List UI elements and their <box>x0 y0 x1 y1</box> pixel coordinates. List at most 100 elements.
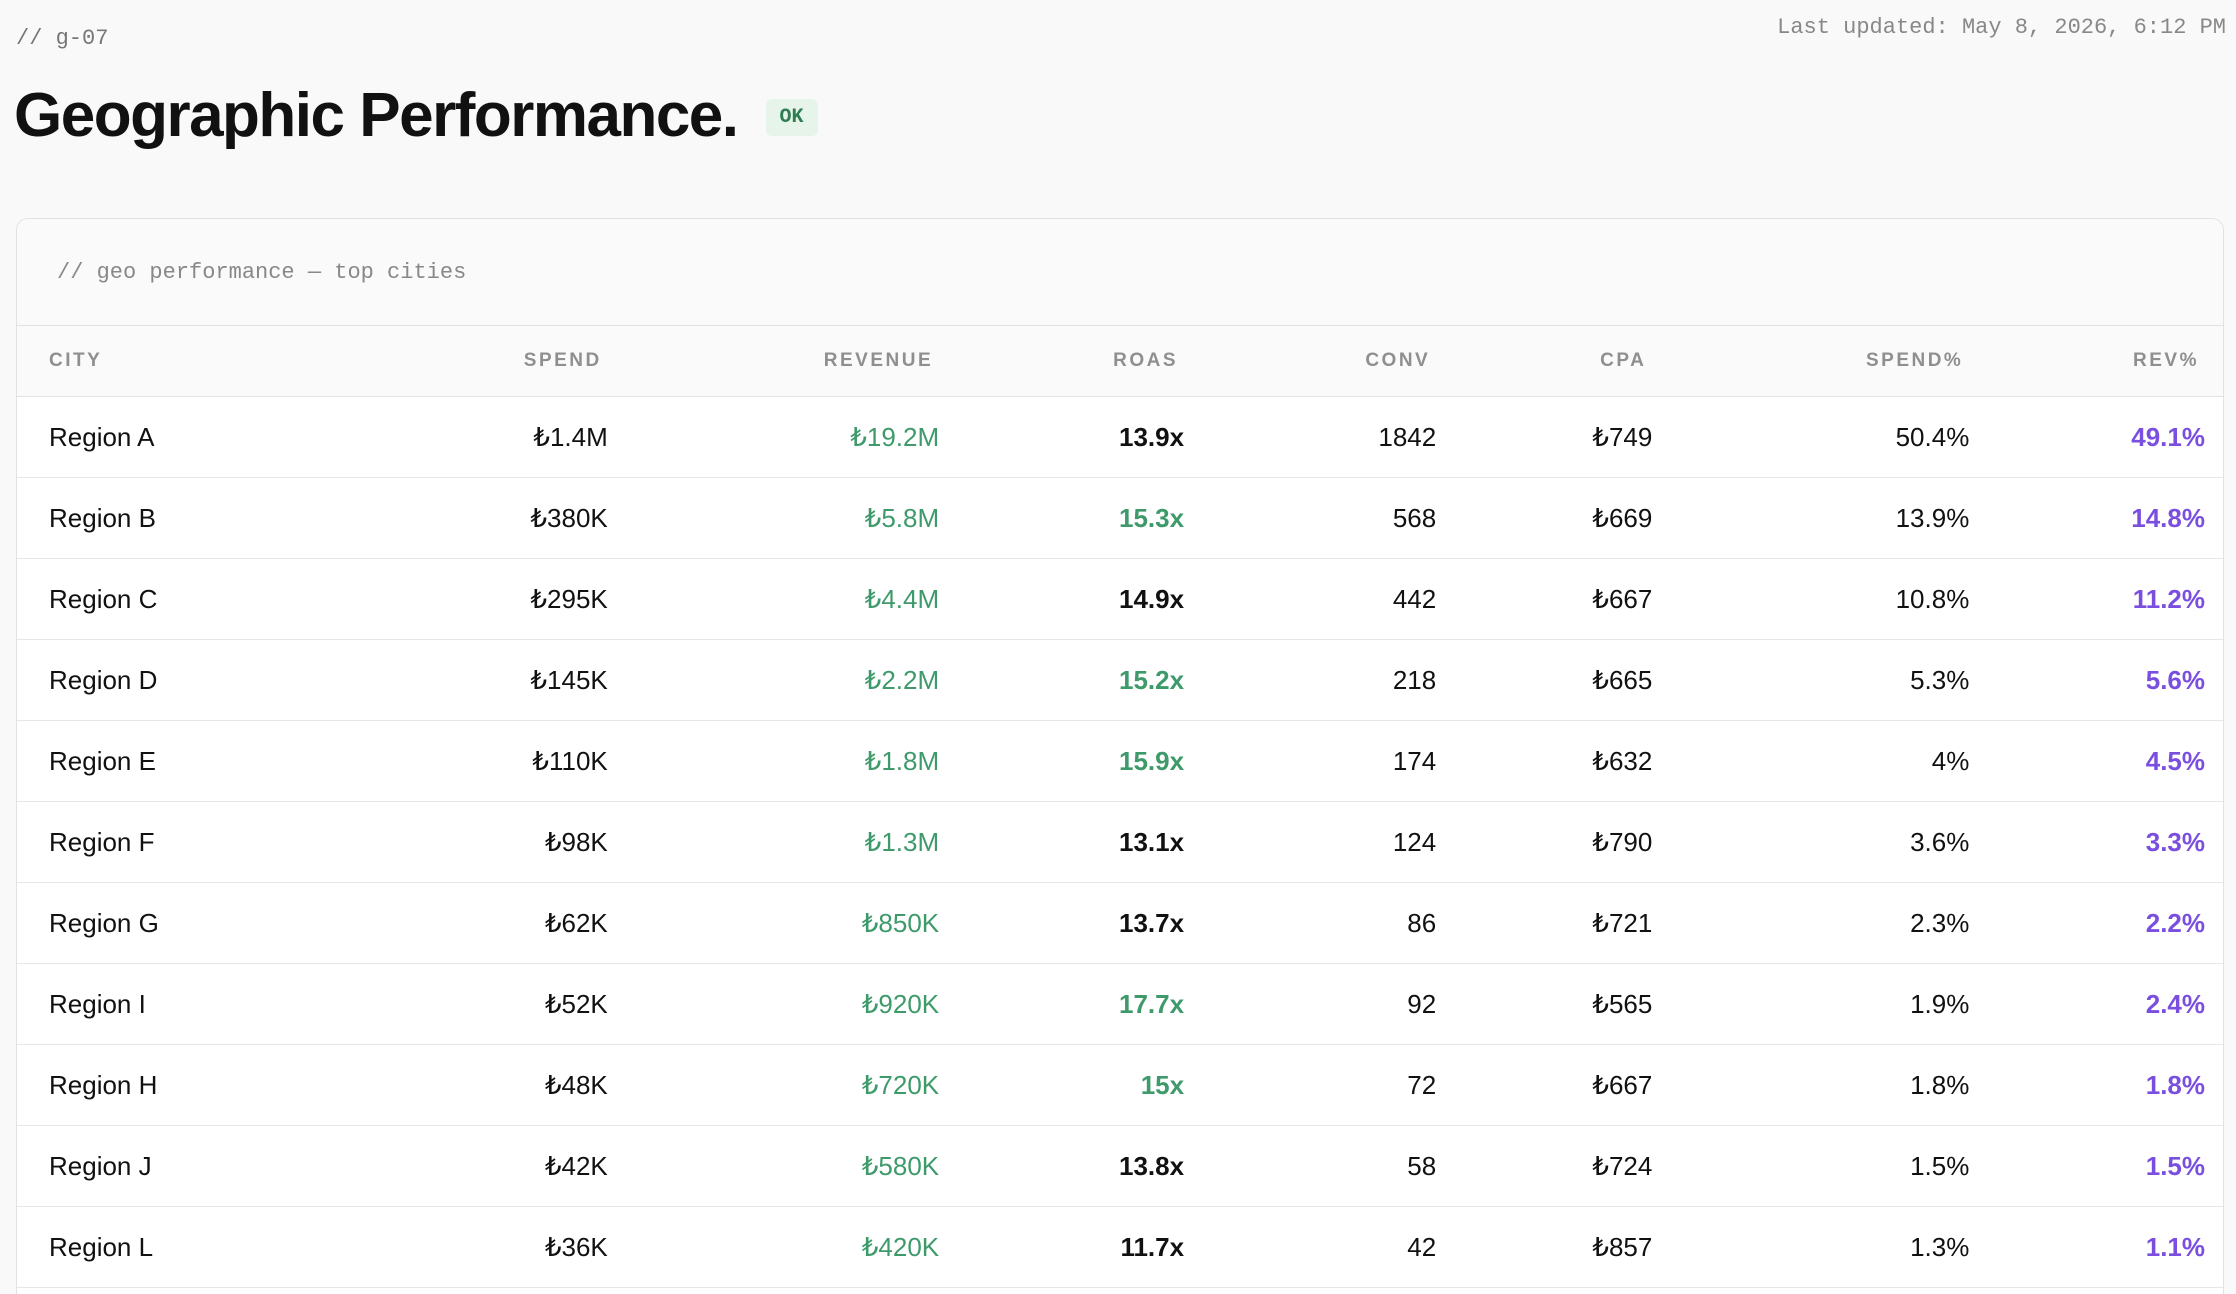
roas-cell: 13.9x <box>939 396 1185 478</box>
spend-pct-cell: 1.5% <box>1652 1125 1970 1207</box>
revenue-cell: ₺2.2M <box>607 639 940 721</box>
spend-pct-cell: 5.3% <box>1652 639 1970 721</box>
rev-pct-cell: 1.8% <box>1969 1044 2223 1126</box>
page: // g-07 Last updated: May 8, 2026, 6:12 … <box>0 0 2236 1294</box>
revenue-cell: ₺19.2M <box>607 396 940 478</box>
conv-cell: 42 <box>1184 1206 1437 1288</box>
spend-pct-cell: 1.8% <box>1652 1044 1970 1126</box>
spend-cell: ₺98K <box>449 801 608 883</box>
revenue-cell: ₺1.8M <box>607 720 940 802</box>
column-header-revenue[interactable]: REVENUE <box>607 326 940 397</box>
table-row[interactable]: Region L ₺36K ₺420K 11.7x 42 ₺857 1.3% 1.1% <box>17 1206 2223 1288</box>
city-cell: Region F <box>17 801 450 883</box>
spend-cell: ₺48K <box>449 1044 608 1126</box>
cpa-cell: ₺724 <box>1436 1125 1653 1207</box>
roas-cell: 14.9x <box>939 558 1185 640</box>
conv-cell: 58 <box>1184 1125 1437 1207</box>
rev-pct-cell: 4.5% <box>1969 720 2223 802</box>
column-header-spend[interactable]: SPEND <box>449 326 608 397</box>
revenue-cell: ₺4.4M <box>607 558 940 640</box>
city-cell: Region D <box>17 639 450 721</box>
column-header-spend-pct[interactable]: SPEND% <box>1652 326 1970 397</box>
city-cell: Region J <box>17 1125 450 1207</box>
title-row: Geographic Performance. OK <box>14 80 818 151</box>
table-row[interactable]: Region I ₺52K ₺920K 17.7x 92 ₺565 1.9% 2.4% <box>17 963 2223 1045</box>
conv-cell: 72 <box>1184 1044 1437 1126</box>
table-row[interactable]: Region D ₺145K ₺2.2M 15.2x 218 ₺665 5.3% 5.6% <box>17 639 2223 721</box>
roas-cell: 11.7x <box>939 1206 1185 1288</box>
revenue-cell: ₺920K <box>607 963 940 1045</box>
revenue-cell: ₺420K <box>607 1206 940 1288</box>
cpa-cell: ₺790 <box>1436 801 1653 883</box>
spend-pct-cell: 50.4% <box>1652 396 1970 478</box>
roas-cell: 15.3x <box>939 477 1185 559</box>
table-row[interactable]: Region F ₺98K ₺1.3M 13.1x 124 ₺790 3.6% 3.3% <box>17 801 2223 883</box>
spend-pct-cell: 13.9% <box>1652 477 1970 559</box>
cpa-cell: ₺565 <box>1436 963 1653 1045</box>
revenue-cell: ₺720K <box>607 1044 940 1126</box>
cpa-cell: ₺667 <box>1436 558 1653 640</box>
roas-cell: 15.9x <box>939 720 1185 802</box>
city-cell: Region A <box>17 396 450 478</box>
spend-cell: ₺110K <box>449 720 608 802</box>
conv-cell: 174 <box>1184 720 1437 802</box>
roas-cell: 13.8x <box>939 1125 1185 1207</box>
table-row[interactable]: Region E ₺110K ₺1.8M 15.9x 174 ₺632 4% 4.5% <box>17 720 2223 802</box>
cpa-cell: ₺665 <box>1436 639 1653 721</box>
spend-cell: ₺380K <box>449 477 608 559</box>
revenue-cell: ₺1.3M <box>607 801 940 883</box>
roas-cell: 13.7x <box>939 882 1185 964</box>
roas-cell: 15.2x <box>939 639 1185 721</box>
column-header-conv[interactable]: CONV <box>1184 326 1437 397</box>
table-body: Region A ₺1.4M ₺19.2M 13.9x 1842 ₺749 50.4% 49.… <box>17 396 2223 1288</box>
spend-cell: ₺295K <box>449 558 608 640</box>
table-row[interactable]: Region B ₺380K ₺5.8M 15.3x 568 ₺669 13.9% 14.8% <box>17 477 2223 559</box>
spend-cell: ₺145K <box>449 639 608 721</box>
conv-cell: 1842 <box>1184 396 1437 478</box>
cpa-cell: ₺721 <box>1436 882 1653 964</box>
cpa-cell: ₺749 <box>1436 396 1653 478</box>
card-caption: // geo performance — top cities <box>17 219 2223 326</box>
column-header-city[interactable]: CITY <box>17 326 450 397</box>
cpa-cell: ₺667 <box>1436 1044 1653 1126</box>
city-cell: Region L <box>17 1206 450 1288</box>
city-cell: Region G <box>17 882 450 964</box>
spend-cell: ₺1.4M <box>449 396 608 478</box>
column-header-rev-pct[interactable]: REV% <box>1969 326 2223 397</box>
column-header-roas[interactable]: ROAS <box>939 326 1185 397</box>
city-cell: Region E <box>17 720 450 802</box>
rev-pct-cell: 11.2% <box>1969 558 2223 640</box>
geo-performance-card: // geo performance — top cities CITY SPE… <box>16 218 2224 1294</box>
roas-cell: 17.7x <box>939 963 1185 1045</box>
table-row[interactable]: Region G ₺62K ₺850K 13.7x 86 ₺721 2.3% 2.2% <box>17 882 2223 964</box>
table-header-row: CITY SPEND REVENUE ROAS CONV CPA SPEND% … <box>17 326 2223 397</box>
column-header-cpa[interactable]: CPA <box>1436 326 1653 397</box>
table-row[interactable]: Region C ₺295K ₺4.4M 14.9x 442 ₺667 10.8% 11.2% <box>17 558 2223 640</box>
conv-cell: 124 <box>1184 801 1437 883</box>
spend-cell: ₺42K <box>449 1125 608 1207</box>
conv-cell: 92 <box>1184 963 1437 1045</box>
spend-pct-cell: 1.3% <box>1652 1206 1970 1288</box>
conv-cell: 568 <box>1184 477 1437 559</box>
rev-pct-cell: 2.2% <box>1969 882 2223 964</box>
last-updated-timestamp: Last updated: May 8, 2026, 6:12 PM <box>1777 15 2226 40</box>
page-title: Geographic Performance. <box>14 81 739 150</box>
geo-performance-table: CITY SPEND REVENUE ROAS CONV CPA SPEND% … <box>17 326 2223 1288</box>
rev-pct-cell: 14.8% <box>1969 477 2223 559</box>
table-row[interactable]: Region J ₺42K ₺580K 13.8x 58 ₺724 1.5% 1.5% <box>17 1125 2223 1207</box>
city-cell: Region H <box>17 1044 450 1126</box>
cpa-cell: ₺632 <box>1436 720 1653 802</box>
city-cell: Region C <box>17 558 450 640</box>
spend-pct-cell: 4% <box>1652 720 1970 802</box>
cpa-cell: ₺857 <box>1436 1206 1653 1288</box>
conv-cell: 86 <box>1184 882 1437 964</box>
spend-pct-cell: 10.8% <box>1652 558 1970 640</box>
roas-cell: 13.1x <box>939 801 1185 883</box>
table-row[interactable]: Region H ₺48K ₺720K 15x 72 ₺667 1.8% 1.8% <box>17 1044 2223 1126</box>
roas-cell: 15x <box>939 1044 1185 1126</box>
rev-pct-cell: 1.5% <box>1969 1125 2223 1207</box>
rev-pct-cell: 3.3% <box>1969 801 2223 883</box>
rev-pct-cell: 2.4% <box>1969 963 2223 1045</box>
spend-pct-cell: 3.6% <box>1652 801 1970 883</box>
table-row[interactable]: Region A ₺1.4M ₺19.2M 13.9x 1842 ₺749 50.4% 49.… <box>17 396 2223 478</box>
